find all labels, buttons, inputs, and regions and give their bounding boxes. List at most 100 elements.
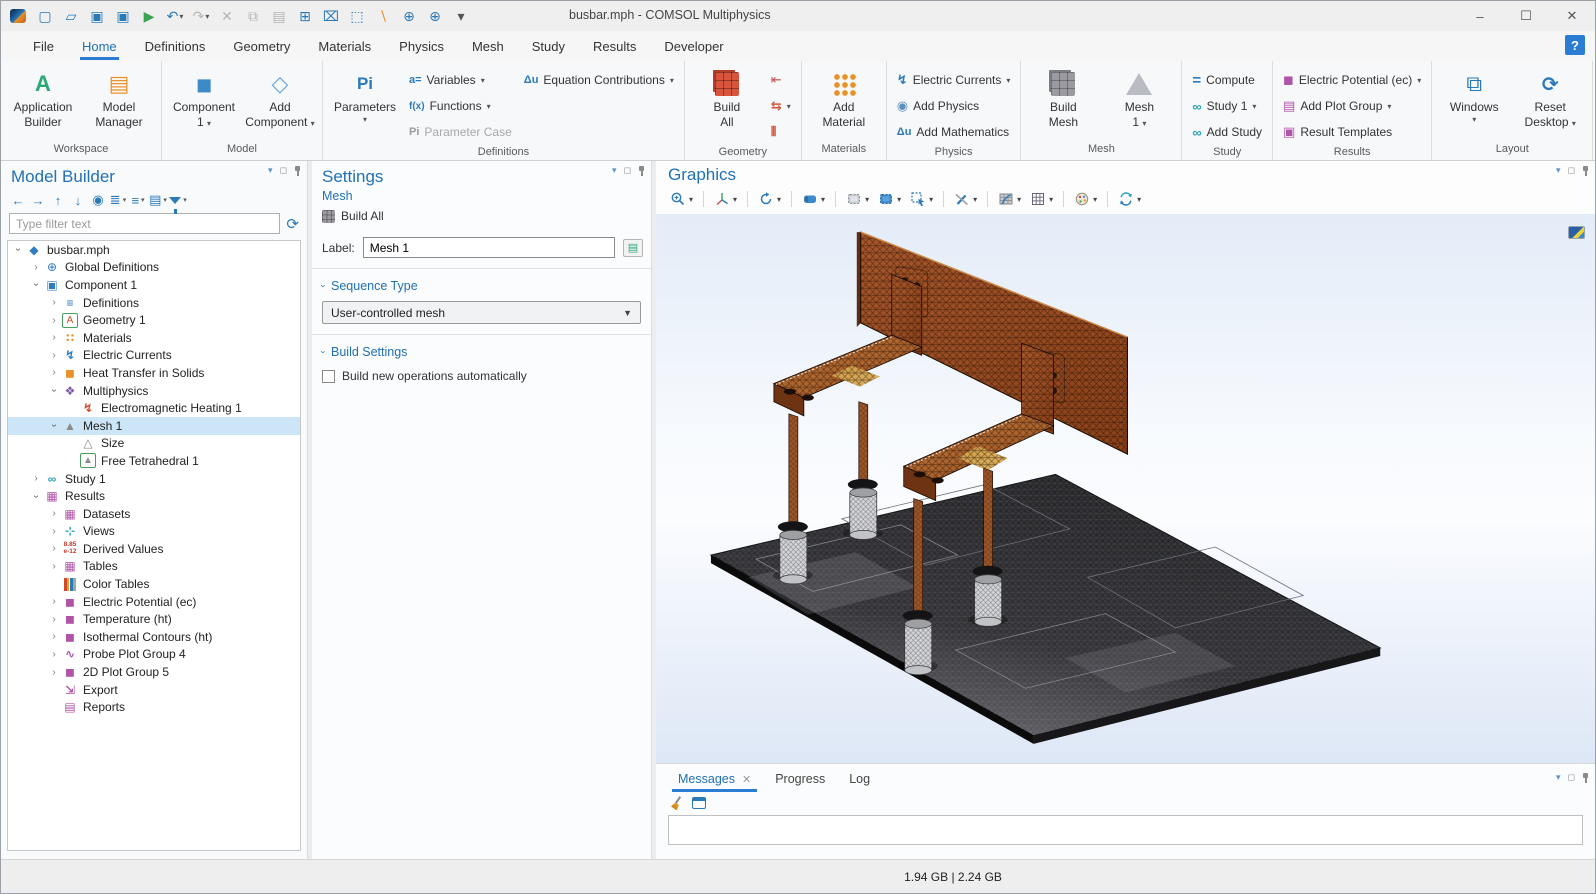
clear-messages-icon[interactable] — [670, 796, 684, 810]
filter-input[interactable] — [9, 213, 280, 234]
chevron-collapsed-icon[interactable]: › — [48, 631, 60, 642]
menu-geometry[interactable]: Geometry — [219, 33, 304, 59]
panel-menu-icon[interactable]: ▾ — [612, 165, 617, 176]
chevron-collapsed-icon[interactable]: › — [48, 350, 60, 361]
tree-item-reports[interactable]: ▤Reports — [8, 698, 300, 716]
panel-menu-icon[interactable]: ▾ — [1556, 772, 1561, 783]
chevron-expanded-icon[interactable]: › — [49, 385, 60, 397]
wireframe-button[interactable]: ▾ — [994, 188, 1025, 210]
select-scene-light-button[interactable]: ▾ — [842, 188, 873, 210]
zoom-button[interactable]: ▾ — [666, 188, 697, 210]
chevron-collapsed-icon[interactable]: › — [48, 596, 60, 607]
move-up-button[interactable]: ↑ — [49, 191, 67, 209]
select-button[interactable]: ⬚ — [345, 5, 369, 27]
zoom-extents-button[interactable]: ⊕ — [423, 5, 447, 27]
menu-developer[interactable]: Developer — [650, 33, 737, 59]
move-down-button[interactable]: ↓ — [69, 191, 87, 209]
study-1-button[interactable]: ∞Study 1▾ — [1188, 93, 1266, 119]
equation-contributions-button[interactable]: ΔuEquation Contributions▾ — [520, 67, 678, 93]
app-logo[interactable] — [7, 5, 31, 27]
undo-button[interactable]: ↶▾ — [163, 5, 187, 27]
tree-item-component-1[interactable]: ›▣Component 1 — [8, 276, 300, 294]
panel-menu-icon[interactable]: ▾ — [1556, 165, 1561, 176]
select-scene-dark-button[interactable]: ▾ — [874, 188, 905, 210]
run-button[interactable]: ▶ — [137, 5, 161, 27]
float-panel-icon[interactable]: ◻ — [1568, 772, 1575, 783]
pin-icon[interactable] — [638, 166, 645, 176]
application-builder-button[interactable]: AApplication Builder — [7, 65, 79, 130]
model-manager-button[interactable]: ▤Model Manager — [83, 65, 155, 130]
compute-button[interactable]: =Compute — [1188, 67, 1266, 93]
menu-study[interactable]: Study — [518, 33, 579, 59]
add-component-button[interactable]: ◇Add Component ▾ — [244, 65, 316, 130]
minimize-button[interactable]: – — [1457, 1, 1503, 31]
save-button[interactable]: ▣ — [85, 5, 109, 27]
tree-item-datasets[interactable]: ›▦Datasets — [8, 505, 300, 523]
variables-button[interactable]: a=Variables▾ — [405, 67, 516, 93]
delete-button[interactable]: ⌧ — [319, 5, 343, 27]
tab-messages[interactable]: Messages✕ — [668, 769, 765, 791]
tree-item-color-tables[interactable]: Color Tables — [8, 575, 300, 593]
tree-item-results[interactable]: ›▦Results — [8, 487, 300, 505]
tree-item-multiphysics[interactable]: ›❖Multiphysics — [8, 382, 300, 400]
expand-all-button[interactable]: ≡▾ — [129, 191, 147, 209]
chevron-collapsed-icon[interactable]: › — [48, 508, 60, 519]
electric-potential-button[interactable]: ◼Electric Potential (ec)▾ — [1279, 67, 1425, 93]
panel-menu-icon[interactable]: ▾ — [268, 165, 273, 176]
refresh-icon[interactable]: ⟳ — [286, 215, 299, 233]
pin-icon[interactable] — [1582, 166, 1589, 176]
chevron-collapsed-icon[interactable]: › — [48, 561, 60, 572]
menu-home[interactable]: Home — [68, 33, 131, 59]
show-button[interactable]: ◉ — [89, 191, 107, 209]
tree-item-electric-potential-ec-[interactable]: ›◼Electric Potential (ec) — [8, 593, 300, 611]
zoom-selected-button[interactable]: ⊕ — [397, 5, 421, 27]
message-table-icon[interactable] — [692, 797, 706, 809]
chevron-expanded-icon[interactable]: › — [31, 279, 42, 291]
tree-item-free-tetrahedral-1[interactable]: ▲Free Tetrahedral 1 — [8, 452, 300, 470]
rename-icon[interactable]: ▤ — [623, 239, 643, 257]
cut-button[interactable]: ✕ — [215, 5, 239, 27]
reset-desktop-button[interactable]: ⟳Reset Desktop ▾ — [1514, 65, 1586, 130]
insert-sequence-button[interactable]: ⇤ — [767, 67, 795, 93]
virtual-operations-button[interactable]: ⫴ — [767, 119, 795, 145]
result-templates-button[interactable]: ▣Result Templates — [1279, 119, 1425, 145]
close-button[interactable]: ✕ — [1549, 1, 1595, 31]
go-to-view-button[interactable]: ▾ — [710, 188, 741, 210]
tree-item-busbar-mph[interactable]: ›◆busbar.mph — [8, 241, 300, 259]
tab-progress[interactable]: Progress — [765, 769, 839, 791]
clear-selection-button[interactable]: ∖ — [371, 5, 395, 27]
tree-item-probe-plot-group-4[interactable]: ›∿Probe Plot Group 4 — [8, 646, 300, 664]
tree-item-size[interactable]: △Size — [8, 435, 300, 453]
tree-item-views[interactable]: ›⊹Views — [8, 523, 300, 541]
chevron-collapsed-icon[interactable]: › — [48, 667, 60, 678]
tree-item-temperature-ht-[interactable]: ›◼Temperature (ht) — [8, 610, 300, 628]
tree-item-study-1[interactable]: ›∞Study 1 — [8, 470, 300, 488]
chevron-collapsed-icon[interactable]: › — [48, 543, 60, 554]
add-mathematics-button[interactable]: ΔuAdd Mathematics — [893, 119, 1015, 145]
forward-button[interactable]: → — [29, 191, 47, 209]
filter-button[interactable]: ▾ — [169, 191, 187, 209]
build-all-geometry-button[interactable]: Build All — [691, 65, 763, 130]
rotate-button[interactable]: ▾ — [754, 188, 785, 210]
tree-item-export[interactable]: ⇲Export — [8, 681, 300, 699]
build-all-button[interactable]: Build All — [312, 205, 651, 231]
chevron-collapsed-icon[interactable]: › — [30, 473, 42, 484]
maximize-button[interactable]: ☐ — [1503, 1, 1549, 31]
chevron-collapsed-icon[interactable]: › — [48, 526, 60, 537]
add-study-button[interactable]: ∞Add Study — [1188, 119, 1266, 145]
view-button[interactable]: ▾ — [798, 188, 829, 210]
mesh-1-button[interactable]: Mesh 1 ▾ — [1103, 65, 1175, 130]
build-settings-section-header[interactable]: › Build Settings — [312, 335, 651, 365]
tree-item-electric-currents[interactable]: ›↯Electric Currents — [8, 347, 300, 365]
tree-item-mesh-1[interactable]: ›▲Mesh 1 — [8, 417, 300, 435]
sequence-type-select[interactable]: User-controlled mesh ▼ — [322, 301, 641, 324]
tree-item-global-definitions[interactable]: ›⊕Global Definitions — [8, 259, 300, 277]
toolbar-options-button[interactable]: ▾ — [449, 5, 473, 27]
tree-item-materials[interactable]: ›∷Materials — [8, 329, 300, 347]
collapse-all-button[interactable]: ≣▾ — [109, 191, 127, 209]
rebuild-button[interactable]: ⇆▾ — [767, 93, 795, 119]
tree-item-definitions[interactable]: ›≡Definitions — [8, 294, 300, 312]
close-icon[interactable]: ✕ — [742, 773, 751, 786]
add-plot-group-button[interactable]: ▤Add Plot Group▾ — [1279, 93, 1425, 119]
build-new-operations-checkbox[interactable] — [322, 370, 335, 383]
